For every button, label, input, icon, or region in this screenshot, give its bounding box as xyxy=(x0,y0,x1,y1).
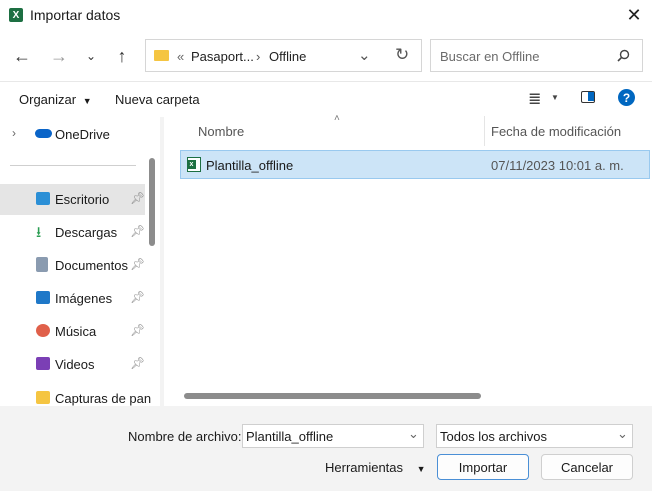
sidebar-item-label: Imágenes xyxy=(55,291,113,306)
dialog-footer: Nombre de archivo: Plantilla_offline ⌄ T… xyxy=(0,406,652,491)
new-folder-button[interactable]: Nueva carpeta xyxy=(115,92,200,107)
sidebar-item-onedrive[interactable]: › OneDrive xyxy=(0,118,145,148)
music-icon xyxy=(36,324,50,337)
column-header-modified[interactable]: Fecha de modificación xyxy=(491,124,621,139)
arrow-left-icon: ← xyxy=(13,45,31,66)
column-divider[interactable] xyxy=(484,116,485,146)
sidebar-scrollbar[interactable] xyxy=(149,158,155,246)
file-modified: 07/11/2023 10:01 a. m. xyxy=(491,158,624,173)
arrow-right-icon: → xyxy=(50,45,68,66)
preview-pane-icon[interactable] xyxy=(581,91,595,103)
help-icon[interactable]: ? xyxy=(618,89,635,106)
sidebar-item-descargas[interactable]: ⭳ Descargas 📌︎ xyxy=(0,217,145,248)
video-icon xyxy=(36,357,50,370)
sidebar-item-label: Videos xyxy=(55,357,95,372)
folder-icon xyxy=(154,50,169,61)
sidebar-item-label: OneDrive xyxy=(55,127,110,142)
pin-icon: 📌︎ xyxy=(130,290,146,304)
view-options-icon[interactable]: ≣ xyxy=(528,89,541,109)
file-type-select[interactable]: Todos los archivos ⌄ xyxy=(436,424,633,448)
navigation-pane: › OneDrive Escritorio 📌︎ ⭳ Descargas 📌︎ … xyxy=(0,116,160,406)
chevron-down-icon[interactable]: ⌄ xyxy=(408,426,419,442)
chevron-down-icon[interactable]: ⌄ xyxy=(617,426,628,442)
cancel-button[interactable]: Cancelar xyxy=(541,454,633,480)
sidebar-item-label: Documentos xyxy=(55,258,128,273)
caret-down-icon: ▼ xyxy=(416,464,426,474)
search-box[interactable]: Buscar en Offline xyxy=(430,39,643,72)
caret-down-icon: ▼ xyxy=(82,96,92,106)
excel-file-icon: x xyxy=(187,157,201,172)
sidebar-item-imagenes[interactable]: Imágenes 📌︎ xyxy=(0,283,145,314)
pin-icon: 📌︎ xyxy=(130,191,146,205)
close-icon: ✕ xyxy=(626,4,642,25)
filename-value: Plantilla_offline xyxy=(246,429,334,444)
excel-icon: X xyxy=(9,8,23,22)
up-button[interactable]: ↑ xyxy=(110,44,134,68)
path-overflow[interactable]: « xyxy=(177,49,184,64)
sidebar-item-label: Música xyxy=(55,324,97,339)
document-icon xyxy=(36,257,48,272)
forward-button[interactable]: → xyxy=(47,44,71,68)
pin-icon: 📌︎ xyxy=(130,224,146,238)
refresh-icon[interactable]: ↻ xyxy=(395,45,409,65)
title-bar: X Importar datos ✕ xyxy=(0,0,652,31)
organize-label: Organizar xyxy=(19,92,77,107)
divider xyxy=(10,165,136,166)
address-dropdown-icon[interactable]: ⌄ xyxy=(358,46,371,64)
download-icon: ⭳ xyxy=(36,224,42,241)
sort-ascending-icon: ˄ xyxy=(334,113,340,124)
filename-label: Nombre de archivo: xyxy=(128,429,242,444)
picture-icon xyxy=(36,291,50,304)
breadcrumb-offline[interactable]: Offline xyxy=(269,49,306,64)
breadcrumb-pasaport[interactable]: Pasaport... xyxy=(191,49,254,64)
search-icon[interactable] xyxy=(617,49,630,62)
arrow-up-icon: ↑ xyxy=(117,45,127,66)
sidebar-item-documentos[interactable]: Documentos 📌︎ xyxy=(0,250,145,281)
sidebar-item-escritorio[interactable]: Escritorio 📌︎ xyxy=(0,184,145,215)
file-type-value: Todos los archivos xyxy=(440,429,547,444)
file-name: Plantilla_offline xyxy=(206,158,294,173)
column-header-name[interactable]: Nombre xyxy=(198,124,244,139)
desktop-icon xyxy=(36,192,50,205)
table-row[interactable]: x Plantilla_offline 07/11/2023 10:01 a. … xyxy=(180,150,650,179)
import-button[interactable]: Importar xyxy=(437,454,529,480)
close-button[interactable]: ✕ xyxy=(620,3,648,27)
cloud-icon xyxy=(35,129,52,138)
breadcrumb-separator: › xyxy=(256,49,261,64)
pin-icon: 📌︎ xyxy=(130,257,146,271)
chevron-right-icon[interactable]: › xyxy=(12,126,16,140)
address-bar[interactable]: « Pasaport... › Offline ⌄ ↻ xyxy=(145,39,422,72)
recent-locations-button[interactable]: ⌄ xyxy=(79,44,103,68)
filename-field[interactable]: Plantilla_offline ⌄ xyxy=(242,424,424,448)
sidebar-item-capturas[interactable]: Capturas de pan xyxy=(0,383,151,406)
view-dropdown-icon[interactable]: ▼ xyxy=(551,93,559,102)
pin-icon: 📌︎ xyxy=(130,323,146,337)
sidebar-item-label: Escritorio xyxy=(55,192,110,207)
command-bar: Organizar ▼ Nueva carpeta ≣ ▼ ? xyxy=(0,81,652,117)
sidebar-item-label: Descargas xyxy=(55,225,118,240)
sidebar-item-musica[interactable]: Música 📌︎ xyxy=(0,316,145,347)
tools-button[interactable]: Herramientas ▼ xyxy=(325,460,426,475)
sidebar-item-videos[interactable]: Videos 📌︎ xyxy=(0,349,145,380)
pin-icon: 📌︎ xyxy=(130,356,146,370)
tools-label: Herramientas xyxy=(325,460,404,475)
chevron-down-icon: ⌄ xyxy=(85,49,97,63)
organize-button[interactable]: Organizar ▼ xyxy=(19,92,92,107)
folder-icon xyxy=(36,391,50,404)
window-title: Importar datos xyxy=(30,7,121,23)
back-button[interactable]: ← xyxy=(10,44,34,68)
search-input[interactable]: Buscar en Offline xyxy=(440,49,539,64)
horizontal-scrollbar[interactable] xyxy=(184,393,481,399)
sidebar-item-label: Capturas de pan xyxy=(55,391,152,406)
